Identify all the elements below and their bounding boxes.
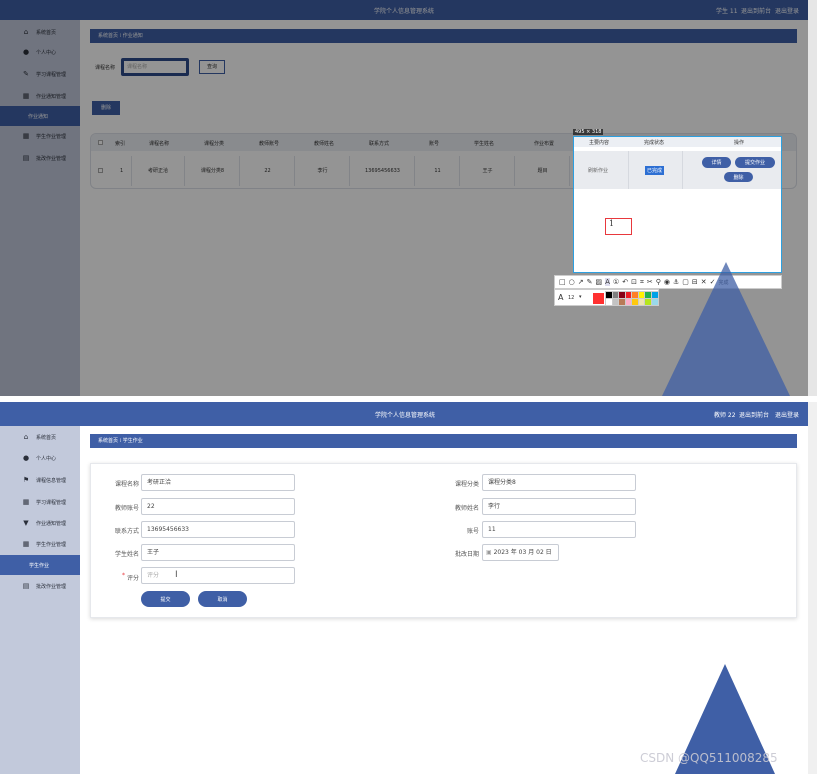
flag-icon: ⚑	[22, 476, 30, 484]
top-right-scrollbar[interactable]	[808, 0, 817, 396]
bottom-sidebar-item-student-hw[interactable]: 学生作业	[0, 555, 80, 575]
scissors-icon[interactable]: ✂	[647, 278, 653, 286]
bottom-sidebar: ⌂ 系统首页 ● 个人中心 ⚑ 课程信息管理 ▦ 学习课程管理 ▼ 作业通知管理 ▦ 学生作…	[0, 426, 80, 774]
funnel-icon: ▼	[23, 519, 29, 527]
chevron-down-icon: ▾	[579, 294, 582, 300]
number-tool-icon[interactable]: ①	[613, 278, 619, 286]
watermark: CSDN @QQ511008285	[640, 751, 778, 765]
score-required-mark: *	[122, 572, 125, 579]
palette-swatch[interactable]	[631, 291, 639, 299]
palette-swatch[interactable]	[650, 291, 659, 299]
course-type-label: 课程分类	[454, 481, 479, 488]
breadcrumb-home[interactable]: 系统首页	[98, 438, 118, 444]
account-label: 账号	[466, 528, 479, 535]
palette-swatch[interactable]	[611, 291, 620, 299]
rectangle-tool-icon[interactable]: □	[559, 278, 566, 286]
grid-icon: ▦	[22, 498, 30, 506]
account-field[interactable]: 11	[482, 521, 636, 538]
translate-icon[interactable]: ⌗	[640, 278, 644, 287]
top-screen: 学院个人信息管理系统 学生 11 退出到前台 退出登录 ⌂ 系统首页 ● 个人中心 …	[0, 0, 817, 396]
selection-size-label: 495 × 318	[573, 129, 604, 135]
color-palette	[605, 291, 659, 306]
bottom-sidebar-item-student-hw-mgmt[interactable]: ▦ 学生作业管理	[0, 534, 80, 554]
teacher-account-field[interactable]: 22	[141, 498, 295, 515]
ov-th-status: 完成状态	[644, 140, 665, 146]
undo-icon[interactable]: ↶	[622, 278, 628, 286]
palette-swatch[interactable]	[618, 291, 626, 299]
ov-td-status: 已完成	[645, 166, 665, 175]
palette-swatch[interactable]	[624, 297, 633, 306]
bottom-logout-link[interactable]: 退出登录	[775, 410, 799, 419]
palette-swatch[interactable]	[637, 291, 646, 299]
student-name-field[interactable]: 王子	[141, 544, 295, 561]
bottom-sidebar-item-grade-hw[interactable]: ▤ 批改作业管理	[0, 576, 80, 596]
contact-label: 联系方式	[114, 528, 139, 535]
ellipse-tool-icon[interactable]: ○	[569, 278, 575, 286]
palette-swatch[interactable]	[644, 291, 652, 299]
palette-swatch[interactable]	[644, 297, 652, 306]
font-icon: A	[558, 293, 564, 302]
contact-field[interactable]: 13695456633	[141, 521, 295, 538]
teacher-name-label: 教师姓名	[454, 505, 479, 512]
palette-swatch[interactable]	[605, 291, 613, 299]
breadcrumb-current: 学生作业	[122, 438, 143, 444]
font-size-select[interactable]: 12	[568, 295, 574, 301]
selection-region[interactable]: 主要内容 完成状态 操作 刷新作业 已完成 详情 提交作业 删除 1	[573, 136, 782, 273]
bottom-header-user: 教师 22	[714, 412, 736, 419]
palette-swatch[interactable]	[618, 297, 626, 306]
palette-swatch[interactable]	[650, 297, 659, 306]
palette-swatch[interactable]	[631, 297, 639, 306]
table-icon: ▤	[22, 582, 30, 590]
home-icon: ⌂	[23, 433, 29, 441]
detail-button[interactable]: 详情	[702, 157, 731, 168]
bottom-sidebar-item-profile[interactable]: ● 个人中心	[0, 448, 80, 468]
bottom-header: 学院个人信息管理系统 教师 22 退出到前台 退出登录	[0, 402, 808, 426]
score-label: 评分	[127, 575, 140, 582]
text-cursor-icon: I	[175, 570, 178, 580]
ov-td-content: 刷新作业	[588, 168, 609, 174]
bottom-sidebar-item-course[interactable]: ▦ 学习课程管理	[0, 492, 80, 512]
user-icon: ●	[22, 454, 30, 462]
text-style-toolbar: A 12 ▾	[554, 289, 659, 306]
delete-row-button[interactable]: 删除	[724, 172, 753, 182]
submit-homework-button[interactable]: 提交作业	[735, 157, 775, 168]
course-type-field[interactable]: 课程分类8	[482, 474, 636, 491]
bottom-exit-front-link[interactable]: 退出到前台	[739, 410, 769, 419]
student-name-label: 学生姓名	[114, 551, 139, 558]
palette-swatch[interactable]	[637, 297, 646, 306]
score-field[interactable]: 评分 I	[141, 567, 295, 584]
arrow-tool-icon[interactable]: ↗	[578, 278, 584, 286]
decorative-triangle	[662, 262, 790, 396]
annotation-text-box[interactable]: 1	[605, 218, 632, 235]
submit-button[interactable]: 提交	[141, 591, 190, 607]
palette-swatch[interactable]	[611, 297, 620, 306]
teacher-name-field[interactable]: 李行	[482, 498, 636, 515]
homework-form-card: 课程名称 考研正洽 课程分类 课程分类8 教师账号 22 教师姓名 李行 联系方…	[90, 463, 797, 618]
ov-th-action: 操作	[734, 140, 745, 146]
bottom-breadcrumb: 系统首页 ⁞ 学生作业	[90, 434, 797, 448]
palette-swatch[interactable]	[624, 291, 633, 299]
pin-icon[interactable]: ⚲	[656, 278, 661, 286]
mosaic-tool-icon[interactable]: ▨	[595, 278, 602, 286]
course-name-label: 课程名称	[114, 481, 139, 488]
bottom-screen: 学院个人信息管理系统 教师 22 退出到前台 退出登录 ⌂ 系统首页 ● 个人中心 …	[0, 402, 817, 774]
grade-date-label: 批改日期	[454, 551, 479, 558]
palette-swatch[interactable]	[605, 297, 613, 306]
text-tool-icon[interactable]: A	[605, 278, 610, 286]
bottom-sidebar-item-course-info[interactable]: ⚑ 课程信息管理	[0, 470, 80, 490]
course-name-field[interactable]: 考研正洽	[141, 474, 295, 491]
bottom-app-title: 学院个人信息管理系统	[375, 412, 436, 419]
grid-icon: ▦	[22, 540, 30, 548]
cancel-button[interactable]: 取消	[198, 591, 247, 607]
pen-tool-icon[interactable]: ✎	[587, 278, 593, 286]
calendar-icon: ▣	[486, 549, 492, 556]
bottom-right-scrollbar[interactable]	[808, 402, 817, 774]
current-color-swatch[interactable]	[593, 293, 604, 304]
bottom-sidebar-item-notice-mgmt[interactable]: ▼ 作业通知管理	[0, 513, 80, 533]
ocr-icon[interactable]: ⊡	[631, 278, 637, 286]
ov-th-content: 主要内容	[589, 140, 610, 146]
grade-date-field[interactable]: ▣ 2023 年 03 月 02 日	[482, 544, 559, 561]
teacher-account-label: 教师账号	[114, 505, 139, 512]
bottom-sidebar-item-home[interactable]: ⌂ 系统首页	[0, 427, 80, 447]
